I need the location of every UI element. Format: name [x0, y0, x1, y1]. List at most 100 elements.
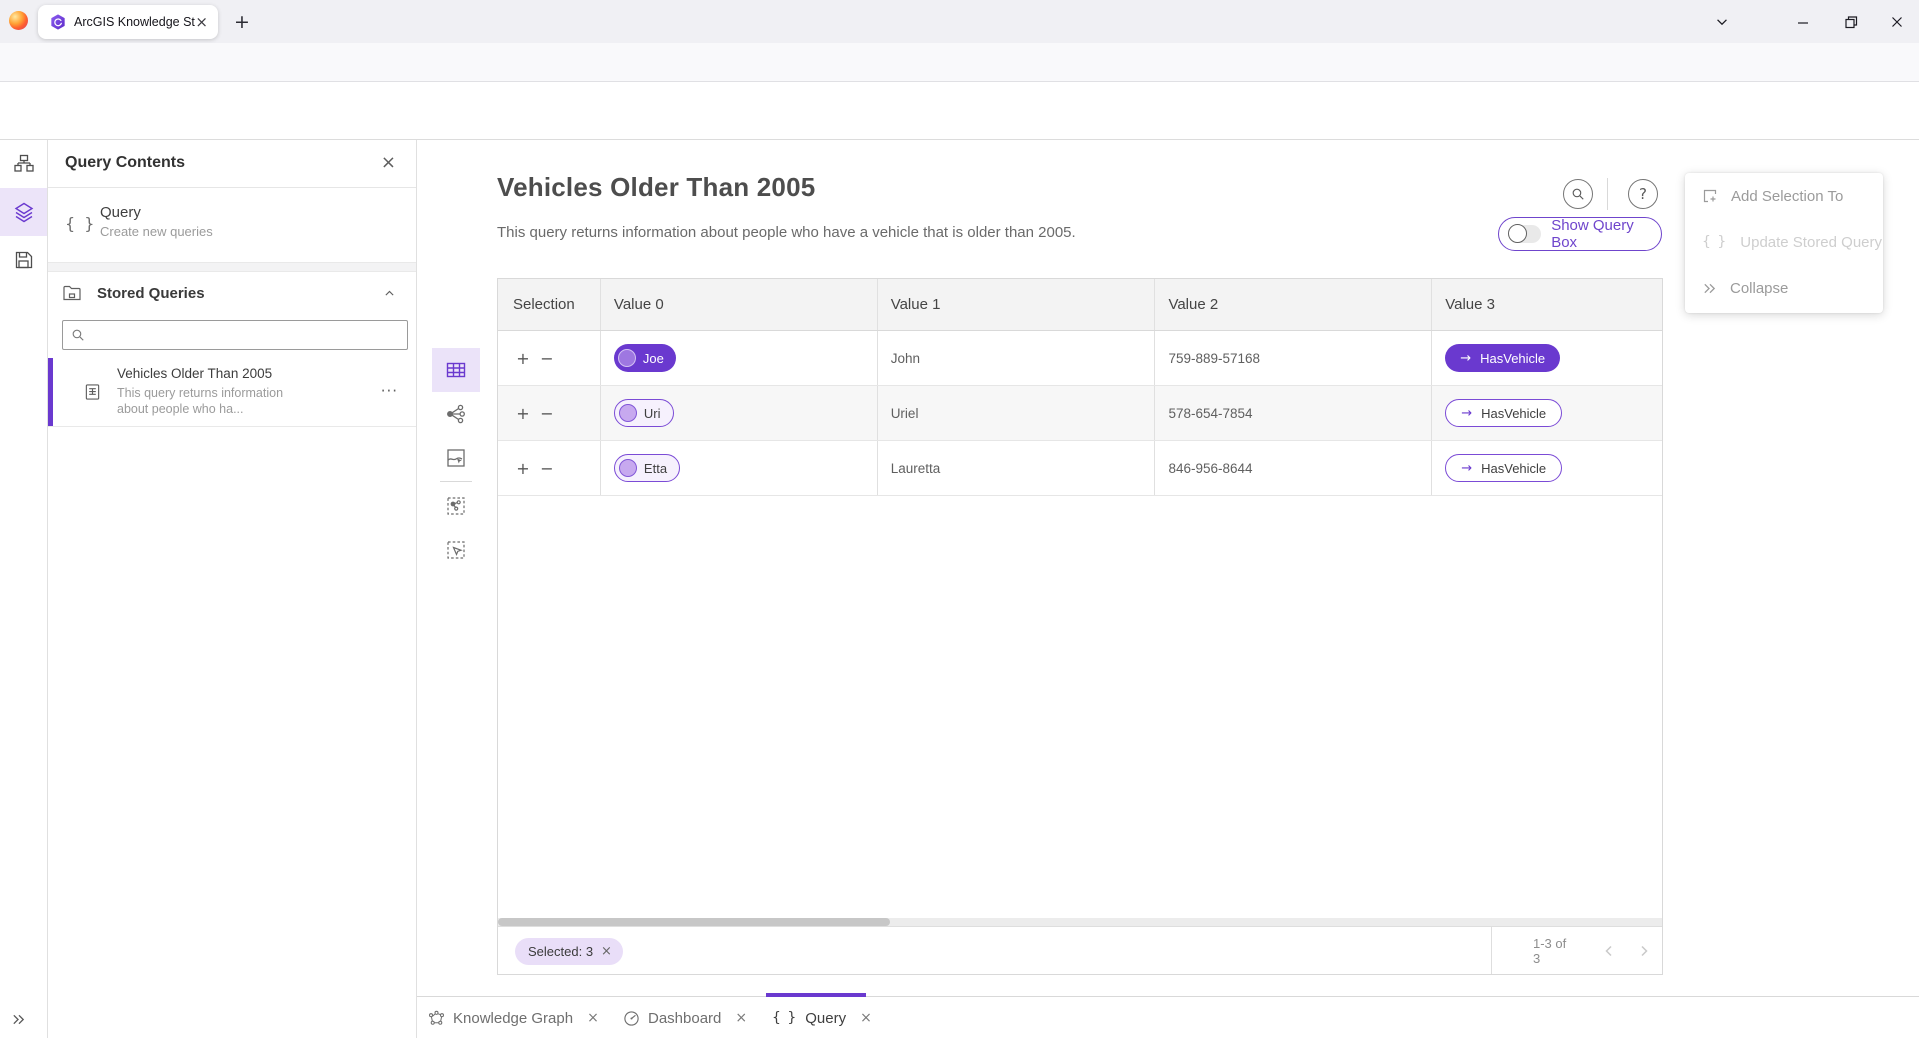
- column-header-value3[interactable]: Value 3: [1432, 279, 1662, 330]
- table-row[interactable]: + − Uri Uriel 578-654-7854 →HasVehicle: [498, 386, 1662, 441]
- add-to-selection-button[interactable]: +: [513, 349, 533, 368]
- firefox-icon[interactable]: [9, 11, 28, 30]
- search-icon: [1571, 187, 1585, 201]
- query-contents-panel: Query Contents × { } Query Create new qu…: [48, 140, 417, 1038]
- add-to-selection-button[interactable]: +: [513, 404, 533, 423]
- cell-value1[interactable]: John: [878, 331, 1156, 385]
- panel-title: Query Contents: [65, 154, 185, 172]
- next-page-button[interactable]: [1627, 945, 1662, 957]
- prev-page-button[interactable]: [1592, 945, 1627, 957]
- table-row[interactable]: + − Joe John 759-889-57168 →HasVehicle: [498, 331, 1662, 386]
- query-item-subtitle: Create new queries: [100, 224, 213, 239]
- window-restore-button[interactable]: [1838, 10, 1864, 34]
- arcgis-logo-icon: [50, 14, 66, 30]
- toggle-track[interactable]: [1509, 225, 1541, 243]
- strip-divider: [440, 481, 472, 482]
- clear-selection-icon[interactable]: ×: [601, 944, 612, 959]
- rail-item-data-model[interactable]: [0, 140, 47, 188]
- stored-query-item[interactable]: Vehicles Older Than 2005 This query retu…: [48, 358, 416, 427]
- braces-icon: { }: [772, 1010, 797, 1026]
- stored-query-icon: [84, 383, 101, 401]
- expand-rail-button[interactable]: [6, 1008, 30, 1030]
- show-query-box-toggle[interactable]: Show Query Box: [1498, 217, 1662, 251]
- column-header-value2[interactable]: Value 2: [1155, 279, 1432, 330]
- relationship-pill[interactable]: →HasVehicle: [1445, 344, 1560, 372]
- panel-separator: [48, 262, 416, 272]
- close-tab-icon[interactable]: ×: [735, 1010, 747, 1026]
- close-tab-icon[interactable]: ×: [587, 1010, 599, 1026]
- tab-query[interactable]: { } Query ×: [772, 997, 872, 1038]
- view-link-chart-button[interactable]: [432, 392, 480, 436]
- selected-count-label: Selected: 3: [528, 944, 593, 959]
- remove-from-selection-button[interactable]: −: [537, 404, 557, 423]
- column-header-value1[interactable]: Value 1: [878, 279, 1156, 330]
- close-tab-icon[interactable]: ×: [860, 1010, 872, 1026]
- tab-close-icon[interactable]: ×: [195, 13, 208, 31]
- relationship-pill[interactable]: →HasVehicle: [1445, 399, 1562, 427]
- app-header: Certification Project ? PL publisher2 la…: [0, 82, 1919, 140]
- query-results-table: Selection Value 0 Value 1 Value 2 Value …: [497, 278, 1663, 975]
- panel-header: Query Contents ×: [48, 140, 416, 188]
- screen: ArcGIS Knowledge Studio × +: [0, 0, 1919, 1038]
- knowledge-graph-icon: [428, 1010, 445, 1027]
- new-tab-button[interactable]: +: [229, 9, 255, 35]
- table-icon: [446, 360, 466, 380]
- table-row[interactable]: + − Etta Lauretta 846-956-8644 →HasVehic…: [498, 441, 1662, 496]
- search-button[interactable]: [1563, 179, 1593, 209]
- view-map-button[interactable]: [432, 436, 480, 480]
- column-header-value0[interactable]: Value 0: [601, 279, 878, 330]
- stored-queries-search[interactable]: [62, 320, 408, 350]
- scrollbar-thumb[interactable]: [498, 918, 890, 926]
- rail-item-contents[interactable]: [0, 188, 47, 236]
- entity-dot-icon: [619, 404, 637, 422]
- selected-count-chip[interactable]: Selected: 3 ×: [515, 938, 623, 965]
- selected-indicator: [48, 358, 53, 426]
- entity-pill[interactable]: Etta: [614, 454, 680, 482]
- menu-item-collapse[interactable]: Collapse: [1685, 265, 1883, 311]
- remove-from-selection-button[interactable]: −: [537, 459, 557, 478]
- window-minimize-button[interactable]: [1790, 10, 1816, 34]
- view-table-button[interactable]: [432, 348, 480, 392]
- browser-nav-bar: https://dev0028833.esri.com/portal/apps/…: [0, 43, 1919, 82]
- new-link-chart-from-selection-button[interactable]: [432, 484, 480, 528]
- selection-to-link-chart-icon: [446, 496, 466, 516]
- browser-tab[interactable]: ArcGIS Knowledge Studio ×: [38, 5, 218, 39]
- remove-from-selection-button[interactable]: −: [537, 349, 557, 368]
- column-header-selection[interactable]: Selection: [498, 279, 601, 330]
- help-button[interactable]: ?: [1628, 179, 1658, 209]
- menu-item-add-selection-to[interactable]: Add Selection To: [1685, 173, 1883, 219]
- item-options-icon[interactable]: ···: [381, 382, 398, 400]
- cell-value1[interactable]: Lauretta: [878, 441, 1156, 495]
- search-icon: [71, 328, 85, 342]
- cell-value1[interactable]: Uriel: [878, 386, 1156, 440]
- page-range-label: 1-3 of 3: [1533, 936, 1574, 966]
- browser-tab-title: ArcGIS Knowledge Studio: [74, 15, 195, 29]
- cell-value2[interactable]: 846-956-8644: [1155, 441, 1432, 495]
- rail-item-save[interactable]: [0, 236, 47, 284]
- map-icon: [446, 448, 466, 468]
- search-input[interactable]: [92, 328, 399, 343]
- double-chevron-right-icon: [1702, 281, 1717, 296]
- stored-queries-header[interactable]: Stored Queries: [48, 272, 416, 318]
- tab-knowledge-graph[interactable]: Knowledge Graph ×: [428, 997, 599, 1038]
- tab-list-chevron-icon[interactable]: [1709, 10, 1735, 34]
- dashboard-icon: [623, 1010, 640, 1027]
- entity-pill[interactable]: Joe: [614, 344, 676, 372]
- chevron-up-icon[interactable]: [383, 287, 396, 300]
- cell-value2[interactable]: 578-654-7854: [1155, 386, 1432, 440]
- query-create-item[interactable]: { } Query Create new queries: [48, 188, 416, 262]
- window-close-button[interactable]: [1884, 10, 1910, 34]
- panel-close-icon[interactable]: ×: [381, 152, 396, 173]
- add-to-selection-button[interactable]: +: [513, 459, 533, 478]
- horizontal-scrollbar[interactable]: [498, 918, 1662, 926]
- cell-value2[interactable]: 759-889-57168: [1155, 331, 1432, 385]
- selection-tool-button[interactable]: [432, 528, 480, 572]
- stored-queries-title: Stored Queries: [97, 285, 205, 302]
- entity-pill[interactable]: Uri: [614, 399, 674, 427]
- menu-item-update-stored-query: { } Update Stored Query: [1685, 219, 1883, 265]
- relationship-pill[interactable]: →HasVehicle: [1445, 454, 1562, 482]
- entity-dot-icon: [618, 349, 636, 367]
- toggle-knob[interactable]: [1508, 224, 1527, 243]
- tab-dashboard[interactable]: Dashboard ×: [623, 997, 747, 1038]
- double-chevron-right-icon: [11, 1012, 26, 1027]
